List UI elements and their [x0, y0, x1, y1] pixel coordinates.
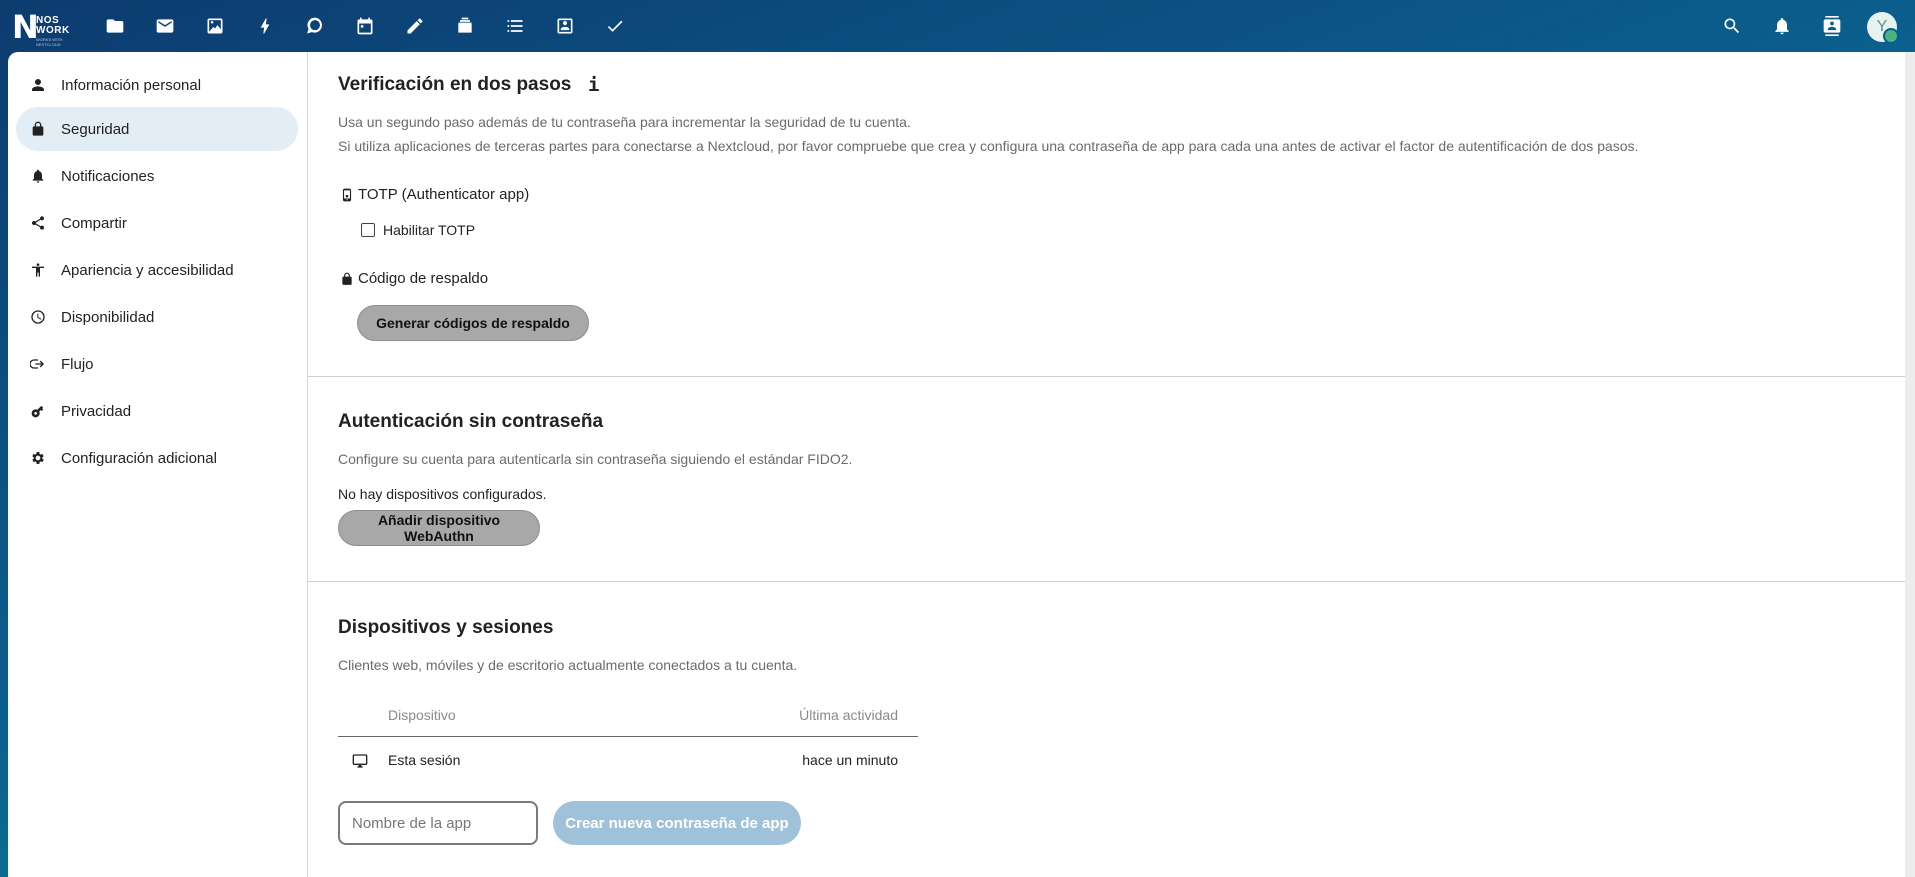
- app-name-input[interactable]: [338, 801, 538, 845]
- sidebar-item-label: Flujo: [61, 355, 94, 373]
- bell-icon: [30, 168, 46, 184]
- contacts-icon[interactable]: [1820, 14, 1844, 38]
- tasks-icon[interactable]: [503, 14, 527, 38]
- info-icon[interactable]: i: [588, 74, 599, 96]
- sidebar-item-notifications[interactable]: Notificaciones: [16, 154, 298, 198]
- sidebar-item-flow[interactable]: Flujo: [16, 342, 298, 386]
- session-device: Esta sesión: [388, 752, 461, 768]
- sidebar-item-label: Seguridad: [61, 120, 130, 138]
- key-icon: [30, 403, 46, 419]
- sidebar-item-additional-settings[interactable]: Configuración adicional: [16, 436, 298, 480]
- sidebar-item-label: Información personal: [61, 76, 202, 94]
- photos-icon[interactable]: [203, 14, 227, 38]
- desktop-icon: [352, 753, 368, 769]
- backup-codes-title: Código de respaldo: [358, 270, 489, 287]
- calendar-icon[interactable]: [353, 14, 377, 38]
- settings-content: Verificación en dos pasos i Usa un segun…: [308, 52, 1905, 877]
- sidebar-item-personal-info[interactable]: Información personal: [16, 63, 298, 107]
- notes-icon[interactable]: [403, 14, 427, 38]
- clock-icon: [30, 309, 46, 325]
- sidebar-item-privacy[interactable]: Privacidad: [16, 389, 298, 433]
- avatar[interactable]: Y: [1867, 12, 1899, 44]
- nos-work-logo[interactable]: N NOS WORK WORKS WITH NEXTCLOUD: [12, 8, 78, 47]
- search-icon[interactable]: [1720, 14, 1744, 38]
- sidebar-item-label: Configuración adicional: [61, 449, 217, 467]
- talk-icon[interactable]: [303, 14, 327, 38]
- session-last-activity: hace un minuto: [802, 752, 898, 768]
- enable-totp-label[interactable]: Habilitar TOTP: [383, 222, 475, 238]
- activity-icon[interactable]: [253, 14, 277, 38]
- sidebar-item-sharing[interactable]: Compartir: [16, 201, 298, 245]
- share-icon: [30, 215, 46, 231]
- top-header: N NOS WORK WORKS WITH NEXTCLOUD Y: [0, 0, 1915, 52]
- phone-icon: [340, 188, 354, 202]
- passwordless-title: Autenticación sin contraseña: [338, 411, 604, 432]
- sidebar-item-availability[interactable]: Disponibilidad: [16, 295, 298, 339]
- passwordless-desc: Configure su cuenta para autenticarla si…: [338, 451, 853, 467]
- lock-icon: [30, 121, 46, 137]
- checkmark-icon[interactable]: [603, 14, 627, 38]
- online-status-dot: [1883, 28, 1899, 44]
- column-header-device: Dispositivo: [388, 707, 456, 723]
- sidebar-item-label: Notificaciones: [61, 167, 155, 185]
- sessions-title: Dispositivos y sesiones: [338, 617, 554, 638]
- logo-letter: N: [12, 8, 39, 46]
- gear-icon: [30, 450, 46, 466]
- user-icon: [30, 77, 46, 93]
- generate-backup-codes-button[interactable]: Generar códigos de respaldo: [357, 305, 589, 341]
- deck-icon[interactable]: [453, 14, 477, 38]
- sessions-desc: Clientes web, móviles y de escritorio ac…: [338, 657, 798, 673]
- settings-sidebar: Información personal Seguridad Notificac…: [8, 52, 308, 877]
- column-header-last-activity: Última actividad: [799, 707, 898, 723]
- accessibility-icon: [30, 262, 46, 278]
- section-divider: [308, 581, 1905, 582]
- flow-icon: [30, 356, 46, 372]
- sidebar-item-label: Privacidad: [61, 402, 132, 420]
- contacts-app-icon[interactable]: [553, 14, 577, 38]
- section-divider: [308, 376, 1905, 377]
- two-factor-title: Verificación en dos pasos: [338, 74, 572, 95]
- sidebar-item-label: Disponibilidad: [61, 308, 155, 326]
- two-factor-desc2: Si utiliza aplicaciones de terceras part…: [338, 138, 1639, 154]
- files-icon[interactable]: [103, 14, 127, 38]
- totp-title: TOTP (Authenticator app): [358, 186, 530, 203]
- mail-icon[interactable]: [153, 14, 177, 38]
- no-devices-text: No hay dispositivos configurados.: [338, 486, 547, 502]
- lock-icon: [340, 272, 354, 286]
- add-webauthn-button[interactable]: Añadir dispositivo WebAuthn: [338, 510, 540, 546]
- logo-tagline: WORKS WITH NEXTCLOUD: [36, 37, 63, 47]
- bell-icon[interactable]: [1770, 14, 1794, 38]
- sidebar-item-appearance[interactable]: Apariencia y accesibilidad: [16, 248, 298, 292]
- page-scrollbar[interactable]: [1905, 52, 1915, 877]
- sidebar-item-label: Apariencia y accesibilidad: [61, 261, 234, 279]
- enable-totp-checkbox[interactable]: [361, 223, 375, 237]
- sidebar-item-label: Compartir: [61, 214, 127, 232]
- create-app-password-button[interactable]: Crear nueva contraseña de app: [553, 801, 801, 845]
- sidebar-item-security[interactable]: Seguridad: [16, 107, 298, 151]
- two-factor-desc1: Usa un segundo paso además de tu contras…: [338, 114, 911, 130]
- table-header-divider: [338, 736, 918, 737]
- logo-line2: WORK: [36, 25, 70, 36]
